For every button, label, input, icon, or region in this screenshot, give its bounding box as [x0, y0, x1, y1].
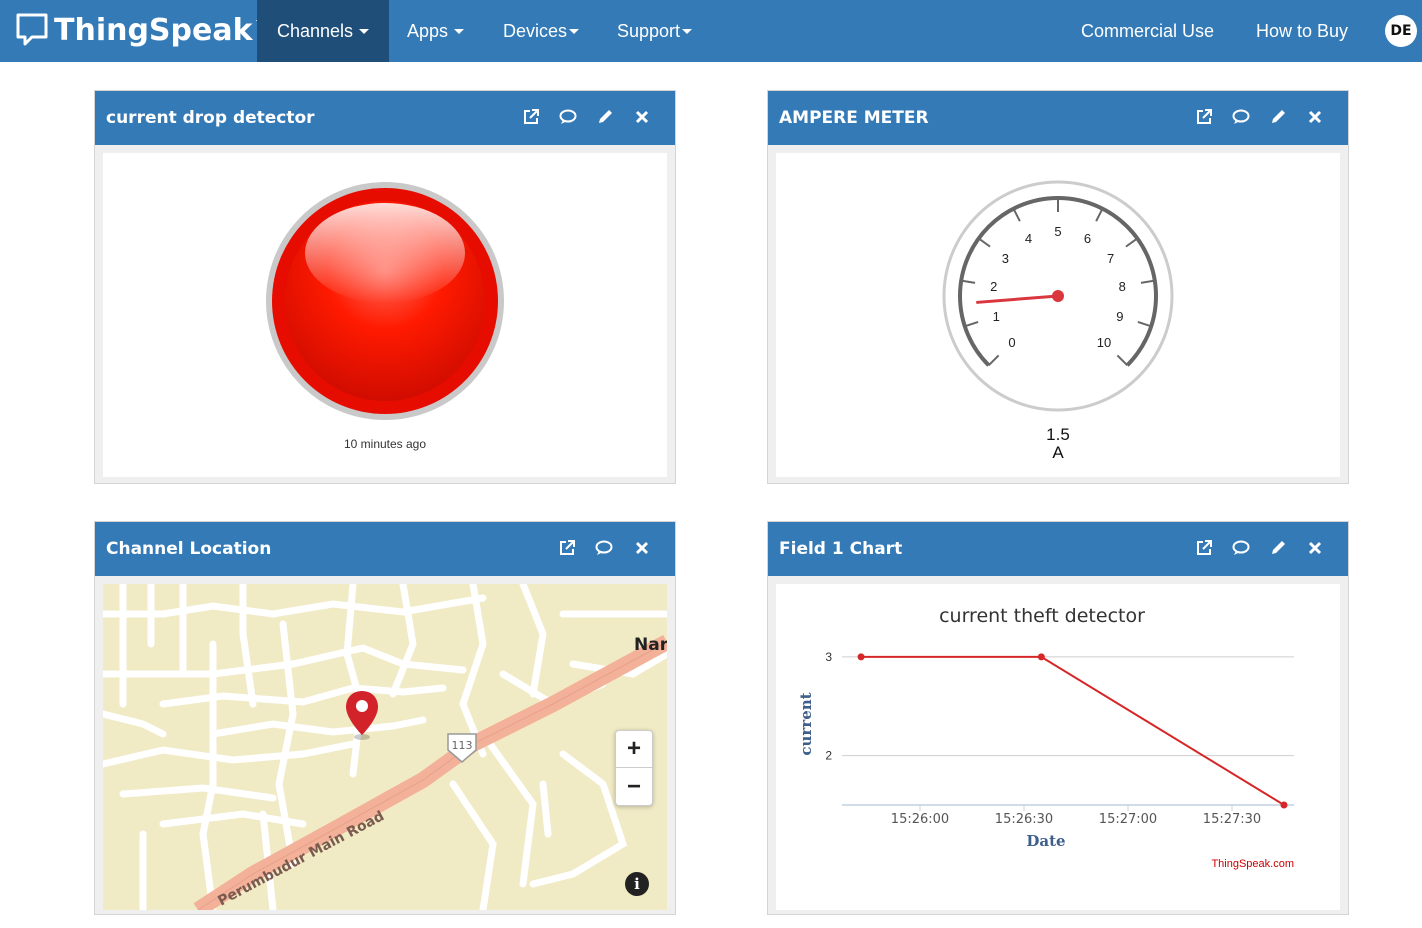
nav-channels-label: Channels	[276, 20, 354, 41]
nav-support-label: Support	[617, 20, 681, 41]
map-view[interactable]: Perumbudur Main Road 113 Nar + − i	[103, 584, 667, 910]
data-point[interactable]	[1037, 653, 1045, 661]
last-updated-text: 10 minutes ago	[343, 437, 427, 451]
status-lamp	[266, 182, 504, 420]
nav-channels[interactable]: Channels	[257, 0, 389, 62]
gauge-tick-label: 1	[993, 309, 1000, 324]
gauge-body: 0 1 2 3 4 5 6 7 8 9 10 1.5 A	[776, 153, 1340, 477]
close-icon[interactable]	[631, 106, 653, 128]
info-icon[interactable]: i	[625, 872, 649, 896]
chart-body: current theft detector 2 3 15:26:00 15:26:…	[776, 584, 1340, 910]
external-link-icon[interactable]	[1193, 537, 1215, 559]
widget-header: current drop detector	[95, 91, 675, 145]
pencil-icon[interactable]	[594, 106, 616, 128]
external-link-icon[interactable]	[520, 106, 542, 128]
x-tick-label: 15:26:00	[891, 812, 949, 827]
external-link-icon[interactable]	[1193, 106, 1215, 128]
brand-logo[interactable]: ThingSpeak™	[16, 10, 267, 50]
chevron-down-icon	[454, 28, 465, 34]
chevron-down-icon	[569, 28, 580, 34]
widget-title: AMPERE METER	[779, 108, 929, 128]
widget-title: Field 1 Chart	[779, 539, 903, 559]
y-tick-label: 2	[825, 749, 832, 763]
field1-line-chart: current theft detector 2 3 15:26:00 15:26:…	[797, 605, 1294, 870]
lamp-body: 10 minutes ago	[103, 153, 667, 477]
gauge-tick-label: 3	[1002, 251, 1009, 266]
data-point[interactable]	[1280, 801, 1288, 809]
comment-icon[interactable]	[1230, 106, 1252, 128]
map-canvas[interactable]: Perumbudur Main Road 113 Nar	[103, 584, 667, 910]
nav-support[interactable]: Support	[617, 0, 693, 62]
zoom-in-button[interactable]: +	[616, 731, 652, 768]
x-tick-label: 15:26:30	[995, 812, 1053, 827]
nav-how-to-buy[interactable]: How to Buy	[1256, 0, 1348, 62]
x-tick-label: 15:27:00	[1099, 812, 1157, 827]
nav-devices[interactable]: Devices	[503, 0, 580, 62]
widget-header: Channel Location	[95, 522, 675, 576]
y-axis-label: current	[797, 692, 815, 755]
chart-widget: Field 1 Chart current theft detector 2 3 …	[767, 521, 1349, 915]
gauge-value: 1.5	[1046, 425, 1070, 444]
nav-apps-label: Apps	[407, 20, 449, 41]
gauge-tick-label: 7	[1107, 251, 1114, 266]
map-zoom-control: + −	[615, 730, 653, 806]
gauge-tick-label: 4	[1025, 231, 1032, 246]
zoom-out-button[interactable]: −	[616, 768, 652, 805]
gauge-tick-label: 10	[1097, 335, 1111, 350]
top-navbar: ThingSpeak™ Channels Apps Devices Suppor…	[0, 0, 1422, 62]
gauge-tick-label: 2	[990, 279, 997, 294]
gauge-tick-label: 6	[1084, 231, 1091, 246]
comment-icon[interactable]	[557, 106, 579, 128]
place-label: Nar	[634, 635, 667, 655]
chevron-down-icon	[682, 28, 693, 34]
user-avatar[interactable]: DE	[1385, 15, 1417, 47]
lamp-widget: current drop detector 10 minutes ago	[94, 90, 676, 484]
ampere-gauge: 01234 5 678910 1.5 A	[942, 180, 1174, 462]
chart-credit: ThingSpeak.com	[1211, 858, 1294, 870]
brand-name: ThingSpeak™	[54, 12, 267, 48]
comment-icon[interactable]	[1230, 537, 1252, 559]
chevron-down-icon	[359, 28, 370, 34]
close-icon[interactable]	[631, 537, 653, 559]
widget-header: Field 1 Chart	[768, 522, 1348, 576]
nav-apps[interactable]: Apps	[407, 0, 465, 62]
gauge-unit: A	[1052, 443, 1064, 462]
series-line	[861, 655, 1285, 806]
location-widget: Channel Location Perumbudur Main Road 11…	[94, 521, 676, 915]
gauge-tick-label: 9	[1116, 309, 1123, 324]
external-link-icon[interactable]	[556, 537, 578, 559]
gauge-widget: AMPERE METER 0 1 2 3 4 5 6 7 8 9 10 1.5 A	[767, 90, 1349, 484]
x-tick-label: 15:27:30	[1203, 812, 1261, 827]
comment-icon[interactable]	[593, 537, 615, 559]
data-point[interactable]	[857, 653, 865, 661]
pencil-icon[interactable]	[1267, 106, 1289, 128]
y-tick-label: 3	[825, 650, 832, 664]
gauge-tick-label: 8	[1119, 279, 1126, 294]
pencil-icon[interactable]	[1267, 537, 1289, 559]
speech-bubble-logo-icon	[16, 13, 48, 46]
widget-title: current drop detector	[106, 108, 315, 128]
chart-title: current theft detector	[939, 605, 1145, 627]
nav-devices-label: Devices	[503, 20, 568, 41]
close-icon[interactable]	[1304, 106, 1326, 128]
nav-commercial-use[interactable]: Commercial Use	[1081, 0, 1214, 62]
widget-header: AMPERE METER	[768, 91, 1348, 145]
gauge-hub	[1052, 290, 1064, 302]
close-icon[interactable]	[1304, 537, 1326, 559]
gauge-tick-label: 0	[1008, 335, 1015, 350]
widget-title: Channel Location	[106, 539, 272, 559]
route-shield-label: 113	[452, 739, 473, 752]
gauge-tick-label: 5	[1054, 224, 1061, 239]
x-axis-label: Date	[1026, 832, 1065, 850]
